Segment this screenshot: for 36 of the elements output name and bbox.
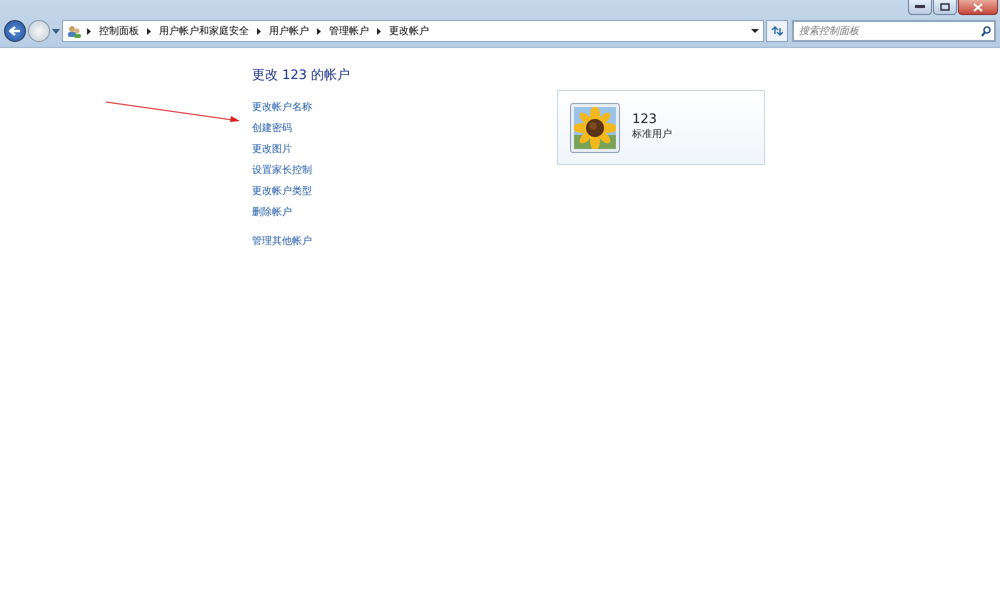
breadcrumb-item[interactable]: 管理帐户 bbox=[329, 24, 369, 38]
breadcrumb-item[interactable]: 用户帐户和家庭安全 bbox=[159, 24, 249, 38]
task-link[interactable]: 设置家长控制 bbox=[252, 160, 312, 180]
close-button[interactable] bbox=[958, 0, 998, 15]
breadcrumb-item[interactable]: 控制面板 bbox=[99, 24, 139, 38]
breadcrumb-item[interactable]: 用户帐户 bbox=[269, 24, 309, 38]
manage-accounts-link[interactable]: 管理其他帐户 bbox=[252, 236, 312, 246]
dropdown-icon[interactable] bbox=[751, 28, 759, 34]
task-link[interactable]: 更改帐户名称 bbox=[252, 96, 312, 118]
task-link[interactable]: 创建密码 bbox=[252, 118, 292, 138]
page-title: 更改 123 的帐户 bbox=[252, 67, 350, 85]
chevron-icon[interactable] bbox=[377, 28, 381, 34]
minimize-button[interactable] bbox=[908, 0, 932, 15]
search-field[interactable]: 搜索控制面板 bbox=[793, 21, 995, 41]
minimize-icon bbox=[915, 5, 925, 9]
caret-icon bbox=[52, 28, 60, 35]
back-button[interactable] bbox=[4, 20, 26, 42]
task-link[interactable]: 删除帐户 bbox=[252, 202, 292, 222]
account-type: 标准用户 bbox=[632, 128, 672, 142]
maximize-icon bbox=[940, 3, 950, 11]
breadcrumb-item[interactable]: 更改帐户 bbox=[389, 24, 429, 38]
back-arrow-icon bbox=[9, 26, 21, 36]
close-icon bbox=[973, 2, 983, 12]
chevron-icon[interactable] bbox=[257, 28, 261, 34]
address-bar[interactable]: 控制面板 用户帐户和家庭安全 用户帐户 管理帐户 更改帐户 bbox=[62, 20, 764, 42]
users-icon bbox=[67, 24, 81, 38]
task-link[interactable]: 更改帐户类型 bbox=[252, 180, 312, 202]
account-name: 123 bbox=[632, 112, 658, 128]
refresh-button[interactable] bbox=[766, 20, 788, 42]
chevron-icon[interactable] bbox=[317, 28, 321, 34]
chevron-icon[interactable] bbox=[87, 28, 91, 34]
search-icon bbox=[981, 26, 991, 37]
refresh-icon bbox=[771, 26, 783, 36]
chevron-icon[interactable] bbox=[147, 28, 151, 34]
task-link[interactable]: 更改图片 bbox=[252, 138, 292, 160]
maximize-button[interactable] bbox=[933, 0, 957, 15]
